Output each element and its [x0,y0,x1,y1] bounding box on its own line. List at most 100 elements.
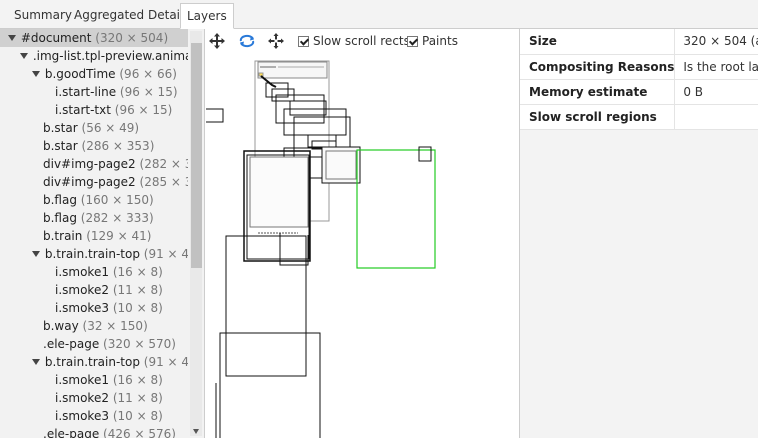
tree-row[interactable]: .ele-page (320 × 570) [0,335,188,353]
tree-row-dims: (32 × 150) [82,319,148,333]
tree-row-name: b.way [43,319,79,333]
tree-row-name: #document [20,31,92,45]
tree-row-name: i.smoke2 [55,283,109,297]
viewer-toolbar: Slow scroll rects Paints [206,29,519,53]
tree-row[interactable]: b.way (32 × 150) [0,317,188,335]
details-table: Size 320 × 504 (at 0,0) Compositing Reas… [520,29,758,130]
tree-row[interactable]: b.star (286 × 353) [0,137,188,155]
expand-triangle-icon[interactable] [20,47,29,65]
tree-row-dims: (282 × 333) [80,211,154,225]
layer-outline [257,61,328,79]
tree-row-dims: (426 × 576) [103,427,176,438]
expand-triangle-icon[interactable] [8,29,17,47]
layer-outline [321,146,361,184]
tree-row-dims: (16 × 8) [112,373,163,387]
details-key-compositing-reasons: Compositing Reasons [520,54,676,80]
scroll-down-arrow-icon[interactable] [193,429,199,434]
tree-row-name: b.star [43,139,78,153]
tree-row-name: b.star [43,121,78,135]
layer-outline [225,235,307,377]
tree-row[interactable]: b.goodTime (96 × 66) [0,65,188,83]
layers-viewer[interactable]: Slow scroll rects Paints [206,29,519,438]
details-row: Memory estimate 0 B [520,79,758,105]
layer-outline [289,100,327,116]
tree-row[interactable]: b.flag (282 × 333) [0,209,188,227]
tree-row[interactable]: #document (320 × 504) [0,29,188,47]
layer-outline [418,146,432,162]
slow-scroll-rects-toggle[interactable]: Slow scroll rects [298,33,410,49]
tree-row-name: b.flag [43,193,77,207]
paints-label: Paints [422,34,458,48]
tree-row-name: i.smoke2 [55,391,109,405]
tree-row-dims: (96 × 15) [119,85,178,99]
details-value-memory-estimate: 0 B [674,79,758,105]
details-key-size: Size [520,29,676,55]
tree-row-name: i.smoke3 [55,409,109,423]
details-row: Slow scroll regions [520,104,758,130]
expand-triangle-icon[interactable] [32,353,41,371]
tab-aggregated-details[interactable]: Aggregated Details [68,3,196,29]
tree-row[interactable]: i.smoke2 (11 × 8) [0,389,188,407]
tree-row-dims: (96 × 66) [119,67,177,81]
tree-row-dims: (286 × 353) [81,139,155,153]
tree-row[interactable]: b.train (129 × 41) [0,227,188,245]
tree-row[interactable]: b.star (56 × 49) [0,119,188,137]
details-row: Size 320 × 504 (at 0,0) [520,29,758,55]
tree-row-dims: (320 × 570) [103,337,176,351]
tree-row-dims: (91 × 41) [143,355,188,369]
tree-row[interactable]: i.start-line (96 × 15) [0,83,188,101]
tree-scrollbar-thumb[interactable] [191,43,202,268]
expand-triangle-icon[interactable] [32,65,41,83]
layer-tree: #document (320 × 504) .img-list.tpl-prev… [0,29,205,438]
paints-toggle[interactable]: Paints [407,33,458,49]
details-value-slow-scroll-regions [674,104,758,130]
tab-layers[interactable]: Layers [180,3,234,29]
tree-row-name: .ele-page [43,337,100,351]
tree-row-dims: (11 × 8) [112,391,163,405]
expand-triangle-icon[interactable] [32,245,41,263]
tree-row[interactable]: i.smoke1 (16 × 8) [0,371,188,389]
tree-row[interactable]: i.start-txt (96 × 15) [0,101,188,119]
tree-row-dims: (320 × 504) [95,31,169,45]
tree-row-name: i.smoke3 [55,301,109,315]
tree-row-dims: (56 × 49) [81,121,140,135]
tree-row-dims: (285 × 32... [139,175,188,189]
tree-scrollbar[interactable] [190,31,202,436]
tree-row[interactable]: b.train.train-top (91 × 41) [0,245,188,263]
slow-scroll-rects-label: Slow scroll rects [313,34,410,48]
tree-row-dims: (282 × 32... [139,157,188,171]
tree-row[interactable]: .ele-page (426 × 576) [0,425,188,438]
layer-details-panel: Size 320 × 504 (at 0,0) Compositing Reas… [519,29,758,438]
details-key-memory-estimate: Memory estimate [520,79,676,105]
paints-checkbox[interactable] [407,35,418,47]
details-value-compositing-reasons: Is the root layer. [674,54,758,80]
tree-row[interactable]: i.smoke1 (16 × 8) [0,263,188,281]
tree-row[interactable]: b.train.train-top (91 × 41) [0,353,188,371]
tree-row-name: b.goodTime [44,67,116,81]
tree-row[interactable]: .img-list.tpl-preview.animat... [0,47,188,65]
tree-row-name: .ele-page [43,427,100,438]
tree-row[interactable]: b.flag (160 × 150) [0,191,188,209]
layers-canvas[interactable] [206,53,519,438]
tree-row-name: b.flag [43,211,77,225]
details-row: Compositing Reasons Is the root layer. [520,54,758,80]
details-key-slow-scroll-regions: Slow scroll regions [520,104,676,130]
tree-row-name: .img-list.tpl-preview.animat... [32,49,188,63]
slow-scroll-rects-checkbox[interactable] [298,35,309,47]
move-icon[interactable] [267,32,285,50]
tree-row-name: b.train [43,229,83,243]
tree-row[interactable]: i.smoke2 (11 × 8) [0,281,188,299]
tree-row-name: div#img-page2 [43,157,136,171]
tree-row[interactable]: i.smoke3 (10 × 8) [0,299,188,317]
tree-row-name: b.train.train-top [44,247,140,261]
tree-row[interactable]: i.smoke3 (10 × 8) [0,407,188,425]
tree-row-dims: (10 × 8) [112,301,163,315]
tab-strip: Summary Aggregated Details Layers [0,0,758,29]
tree-row-name: b.train.train-top [44,355,140,369]
tree-row[interactable]: div#img-page2 (282 × 32... [0,155,188,173]
tree-row[interactable]: div#img-page2 (285 × 32... [0,173,188,191]
tree-row-dims: (16 × 8) [112,265,163,279]
rotate-icon[interactable] [238,32,256,50]
pan-icon[interactable] [208,32,226,50]
layer-outline [279,233,309,266]
